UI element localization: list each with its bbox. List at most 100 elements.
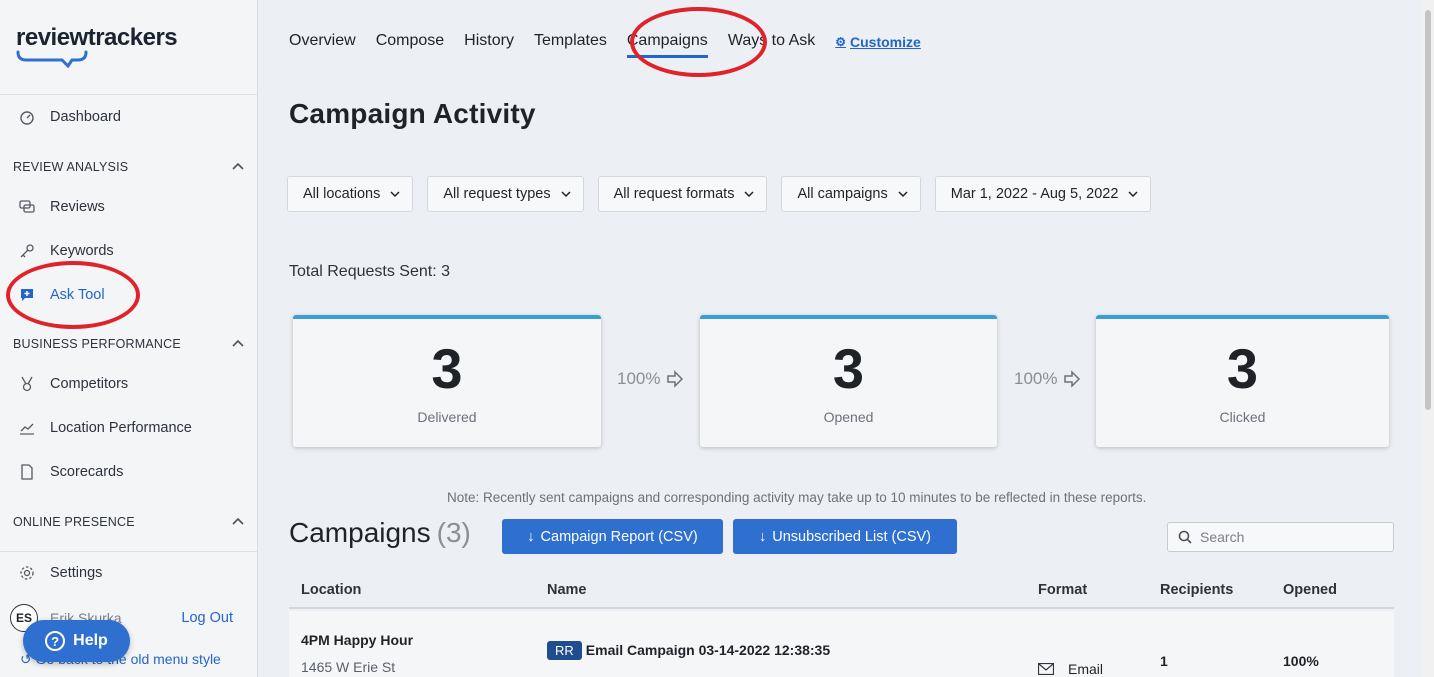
campaigns-heading: Campaigns (3): [289, 517, 471, 549]
chevron-down-icon: [1128, 191, 1138, 198]
section-review-analysis[interactable]: REVIEW ANALYSIS: [13, 157, 245, 177]
request-formats-filter[interactable]: All request formats: [597, 176, 768, 212]
gear-icon: [18, 564, 36, 582]
row-opened: 100%: [1283, 653, 1319, 669]
search-input[interactable]: [1200, 529, 1380, 545]
help-button[interactable]: ? Help: [23, 620, 130, 662]
clicked-count: 3: [1226, 337, 1259, 400]
chevron-down-icon: [561, 191, 571, 198]
opened-count: 3: [832, 337, 865, 400]
chevron-down-icon: [390, 191, 400, 198]
sidebar: reviewtrackers Dashboard REVIEW ANALYSIS…: [0, 0, 258, 677]
sidebar-item-competitors[interactable]: Competitors: [0, 366, 257, 402]
locations-filter[interactable]: All locations: [287, 176, 414, 212]
opened-label: Opened: [823, 409, 874, 425]
clicked-card: 3 Clicked: [1096, 315, 1389, 447]
tab-ways-to-ask[interactable]: Ways to Ask: [728, 30, 815, 54]
rate-value: 100%: [1014, 369, 1058, 388]
arrow-right-icon: [667, 370, 684, 388]
tab-templates[interactable]: Templates: [534, 30, 607, 54]
sidebar-item-label: Ask Tool: [50, 287, 105, 303]
clicked-label: Clicked: [1219, 409, 1266, 425]
logo-speech-bubble-icon: [16, 50, 88, 68]
campaigns-filter[interactable]: All campaigns: [781, 176, 921, 212]
sidebar-item-label: Reviews: [50, 199, 105, 215]
rate-value: 100%: [617, 369, 661, 388]
request-types-filter[interactable]: All request types: [427, 176, 584, 212]
filter-label: All request types: [443, 186, 551, 202]
sidebar-item-dashboard[interactable]: Dashboard: [0, 99, 257, 135]
campaign-report-csv-button[interactable]: ↓ Campaign Report (CSV): [502, 519, 723, 554]
section-label: ONLINE PRESENCE: [13, 515, 135, 529]
tab-compose[interactable]: Compose: [376, 30, 444, 54]
filter-label: Mar 1, 2022 - Aug 5, 2022: [950, 186, 1119, 202]
campaign-search: [1167, 522, 1394, 552]
page-title: Campaign Activity: [289, 98, 536, 129]
ask-tool-icon: [18, 286, 36, 304]
col-name[interactable]: Name: [547, 582, 587, 598]
delivered-label: Delivered: [417, 409, 477, 425]
sidebar-item-ask-tool[interactable]: Ask Tool: [0, 277, 257, 313]
processing-note: Note: Recently sent campaigns and corres…: [447, 490, 1147, 505]
delivered-count: 3: [431, 337, 463, 400]
row-format: Email: [1038, 661, 1103, 677]
opened-to-clicked-rate: 100%: [1014, 369, 1081, 389]
chevron-down-icon: [898, 191, 908, 198]
delivered-card: 3 Delivered: [293, 315, 601, 447]
button-label: Unsubscribed List (CSV): [772, 528, 931, 545]
customize-link[interactable]: ⚙ Customize: [835, 34, 921, 50]
reviewtrackers-logo[interactable]: reviewtrackers: [16, 24, 178, 52]
chevron-up-icon: [232, 162, 244, 170]
campaign-name-link[interactable]: Email Campaign 03-14-2022 12:38:35: [586, 642, 830, 658]
table-row[interactable]: 4PM Happy Hour 1465 W Erie St RR Email Ca…: [289, 611, 1394, 677]
type-badge: RR: [547, 641, 582, 660]
row-address: 1465 W Erie St: [301, 659, 396, 675]
filter-bar: All locations All request types All requ…: [287, 176, 1165, 212]
section-online-presence[interactable]: ONLINE PRESENCE: [13, 512, 245, 532]
search-icon: [1178, 530, 1192, 544]
col-opened[interactable]: Opened: [1283, 582, 1337, 598]
download-arrow-icon: ↓: [527, 528, 535, 545]
document-icon: [18, 463, 36, 481]
sidebar-item-reviews[interactable]: Reviews: [0, 189, 257, 225]
arrow-right-icon: [1064, 370, 1081, 388]
col-location[interactable]: Location: [301, 582, 361, 598]
campaigns-title: Campaigns: [289, 517, 431, 548]
format-label: Email: [1068, 661, 1104, 677]
tab-history[interactable]: History: [464, 30, 514, 54]
sidebar-item-settings[interactable]: Settings: [0, 555, 257, 591]
sidebar-item-label: Dashboard: [50, 109, 121, 125]
row-name-cell: RR Email Campaign 03-14-2022 12:38:35: [547, 641, 830, 660]
sidebar-item-label: Scorecards: [50, 464, 124, 480]
date-range-filter[interactable]: Mar 1, 2022 - Aug 5, 2022: [934, 176, 1152, 212]
opened-card: 3 Opened: [700, 315, 997, 447]
section-label: BUSINESS PERFORMANCE: [13, 337, 181, 351]
sidebar-item-scorecards[interactable]: Scorecards: [0, 454, 257, 490]
page-scrollbar[interactable]: [1422, 0, 1434, 677]
tab-campaigns[interactable]: Campaigns: [626, 30, 708, 58]
col-format[interactable]: Format: [1038, 582, 1087, 598]
scrollbar-thumb[interactable]: [1425, 10, 1431, 410]
sidebar-divider: [0, 94, 258, 95]
medal-icon: [18, 375, 36, 393]
logout-link[interactable]: Log Out: [181, 610, 233, 626]
question-icon: ?: [45, 631, 66, 651]
sidebar-divider: [0, 551, 258, 552]
sidebar-item-label: Competitors: [50, 376, 129, 392]
delivered-to-opened-rate: 100%: [617, 369, 684, 389]
campaigns-count: (3): [436, 517, 471, 548]
help-label: Help: [73, 632, 108, 649]
sidebar-item-keywords[interactable]: Keywords: [0, 233, 257, 269]
sidebar-item-label: Settings: [50, 565, 103, 581]
trend-chart-icon: [18, 419, 36, 437]
section-business-performance[interactable]: BUSINESS PERFORMANCE: [13, 334, 245, 354]
filter-label: All locations: [303, 186, 381, 202]
row-location: 4PM Happy Hour: [301, 632, 414, 648]
top-tabs: Overview Compose History Templates Campa…: [289, 30, 921, 58]
unsubscribed-list-csv-button[interactable]: ↓ Unsubscribed List (CSV): [733, 519, 957, 554]
tab-overview[interactable]: Overview: [289, 30, 356, 54]
col-recipients[interactable]: Recipients: [1160, 582, 1233, 598]
filter-label: All campaigns: [797, 186, 888, 202]
section-label: REVIEW ANALYSIS: [13, 160, 129, 174]
sidebar-item-location-performance[interactable]: Location Performance: [0, 410, 257, 446]
